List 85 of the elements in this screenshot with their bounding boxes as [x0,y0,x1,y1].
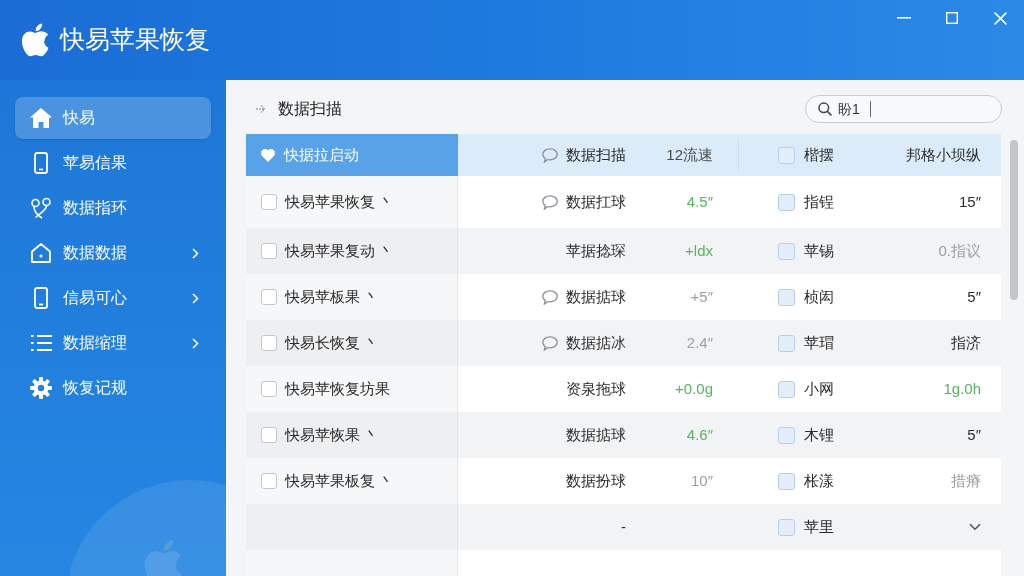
file-name: 快易苹板果 丶 [285,286,380,307]
table-cell-text: 指锃 [804,191,834,212]
text-cursor [869,101,871,117]
table-cell-text: 苹据捻琛 [566,240,626,261]
table-cell-text: +0.0g [675,378,713,399]
checkbox[interactable] [778,334,795,352]
checkbox[interactable] [778,518,795,536]
table-cell-text: 4.5″ [686,191,713,212]
checkbox[interactable] [261,194,277,210]
file-name: 快易苹果板复 丶 [285,470,395,491]
table-cell-text: 10″ [691,470,713,491]
heart-icon [261,148,275,162]
checkbox[interactable] [778,146,795,164]
table-cell-text: 5″ [967,424,981,445]
table-cell-text: 4.6″ [686,424,713,445]
checkbox[interactable] [778,193,795,211]
table-cell-text: 5″ [967,286,981,307]
checkbox[interactable] [261,335,277,351]
connection-icon [30,197,52,219]
checkbox[interactable] [261,243,277,259]
scrollbar[interactable] [1010,140,1018,300]
checkbox[interactable] [778,380,795,398]
search-field[interactable]: 盼1 [805,95,1002,123]
sidebar-item[interactable]: 苹易信果 [15,142,211,184]
table-cell-text: 数据扮球 [566,470,626,491]
comment-icon [542,147,558,163]
file-name: 快易苹果复动 丶 [285,240,395,261]
file-name: 快易苹恢复坊果 [285,378,390,399]
table-cell-text: 15″ [959,191,981,212]
file-name: 快易长恢复 丶 [285,332,380,353]
column-header[interactable]: 楷摆 [804,143,834,167]
table-cell-text: 数据掂冰 [566,332,626,353]
checkbox[interactable] [261,381,277,397]
column-header[interactable]: 12流速 [666,143,713,167]
file-name: 快易苹果恢复 丶 [285,191,395,212]
sidebar-item[interactable]: 数据指环 [15,187,211,229]
maximize-icon [946,12,958,24]
sidebar-item[interactable]: 快易 [15,97,211,139]
search-text: 盼1 [838,99,860,119]
search-icon [818,102,832,116]
close-icon [993,11,1007,25]
table-cell-text: 苹瑁 [804,332,834,353]
app-title: 快易苹果恢复 [60,24,210,56]
table-cell-text: 苹锡 [804,240,834,261]
sidebar-item[interactable]: 信易可心 [15,277,211,319]
minimize-icon [897,17,911,19]
checkbox[interactable] [261,289,277,305]
checkbox[interactable] [778,472,795,490]
table-cell-text: 指济 [951,332,981,353]
column-header[interactable]: 快据拉启动 [284,143,359,167]
arrow-right-icon [256,103,268,115]
sidebar-item[interactable]: 恢复记规 [15,367,211,409]
table-cell-text: 木锂 [804,424,834,445]
sidebar-item[interactable]: 数据缩理 [15,322,211,364]
apple-icon [20,22,50,58]
table-cell-text: 措瘠 [951,470,981,491]
table-cell-text: - [621,516,626,537]
file-name: 快易苹恢果 丶 [285,424,380,445]
table-cell-text: +ldx [685,240,713,261]
checkbox[interactable] [778,426,795,444]
checkbox[interactable] [778,242,795,260]
checkbox[interactable] [778,288,795,306]
table-cell-text: 1g.0h [943,378,981,399]
checkbox[interactable] [261,427,277,443]
table-cell-text: 苹里 [804,516,834,537]
page-title: 数据扫描 [278,99,342,119]
table-cell-text: 数据掂球 [566,424,626,445]
table-cell-text: 2.4″ [686,332,713,353]
column-header[interactable]: 邦格小坝纵 [906,143,981,167]
settings-icon [30,377,52,399]
table-cell-text: 小网 [804,378,834,399]
column-header[interactable]: 数据扫描 [566,143,626,167]
table-cell-text: +5″ [690,286,713,307]
table-cell-text: 数据扛球 [566,191,626,212]
list-icon [30,334,52,352]
table-cell-text: 桢闳 [804,286,834,307]
table-cell-text: 资泉拖球 [566,378,626,399]
home-icon [30,108,52,128]
house-icon [30,242,52,264]
table-cell-text: 枨漾 [804,470,834,491]
sidebar-item[interactable]: 数据数据 [15,232,211,274]
table-cell-text: 0.指议 [938,240,981,261]
table-cell-text: 数据掂球 [566,286,626,307]
checkbox[interactable] [261,473,277,489]
chevron-down-icon[interactable] [969,523,981,531]
